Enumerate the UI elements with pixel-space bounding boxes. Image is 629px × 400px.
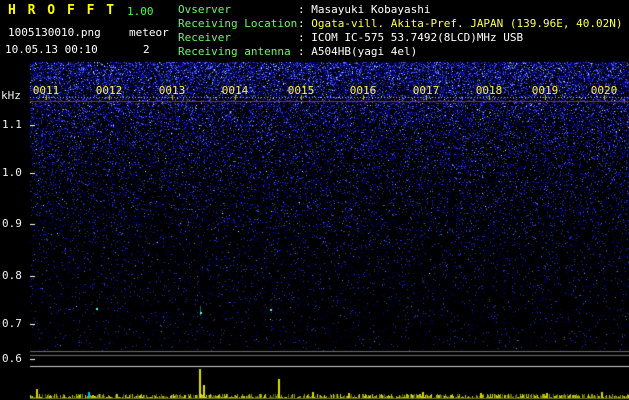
freq-tick-label: 1.0 [2,166,22,179]
freq-tick-label: 0.7 [2,317,22,330]
freq-tick-label: 0.8 [2,269,22,282]
hrofft-window: H R O F F T 1.00 1005130010.png meteor 1… [0,0,629,400]
time-tick-label: 0020 [590,84,618,97]
info-label: Receiver [178,31,231,44]
observer-info-block: Ovserver: Masayuki Kobayashi Receiving Lo… [178,3,623,59]
app-title: H R O F F T [8,3,117,18]
time-tick-label: 0018 [475,84,503,97]
freq-tick-label: 0.6 [2,352,22,365]
info-row-receiving-antenna: Receiving antenna: A504HB(yagi 4el) [178,45,623,59]
time-tick-label: 0017 [412,84,440,97]
info-colon: : [298,45,312,58]
info-value: Masayuki Kobayashi [311,3,431,16]
time-tick-label: 0011 [32,84,60,97]
freq-tick-label: 1.1 [2,118,22,131]
date-time-label: 10.05.13 00:10 [5,43,98,56]
info-colon: : [298,3,312,16]
app-version: 1.00 [127,5,154,18]
info-row-receiver: Receiver: ICOM IC-575 53.7492(8LCD)MHz U… [178,31,623,45]
info-label: Receiving antenna [178,45,291,58]
info-colon: : [298,31,312,44]
time-tick-label: 0014 [221,84,249,97]
info-label: Receiving Location [178,17,298,30]
info-value: ICOM IC-575 53.7492(8LCD)MHz USB [311,31,524,44]
spectrogram-canvas [0,0,629,400]
mode-label: meteor [129,26,169,39]
info-value: Ogata-vill. Akita-Pref. JAPAN (139.96E, … [311,17,623,30]
freq-unit-label: kHz [1,89,21,102]
info-row-ovserver: Ovserver: Masayuki Kobayashi [178,3,623,17]
time-tick-label: 0016 [349,84,377,97]
time-tick-label: 0019 [531,84,559,97]
info-row-receiving-location: Receiving Location: Ogata-vill. Akita-Pr… [178,17,623,31]
info-label: Ovserver [178,3,231,16]
info-colon: : [298,17,312,30]
output-filename: 1005130010.png [8,26,101,39]
time-tick-label: 0015 [287,84,315,97]
time-tick-label: 0013 [158,84,186,97]
freq-tick-label: 0.9 [2,217,22,230]
meteor-count: 2 [143,43,150,56]
info-value: A504HB(yagi 4el) [311,45,418,58]
time-tick-label: 0012 [95,84,123,97]
